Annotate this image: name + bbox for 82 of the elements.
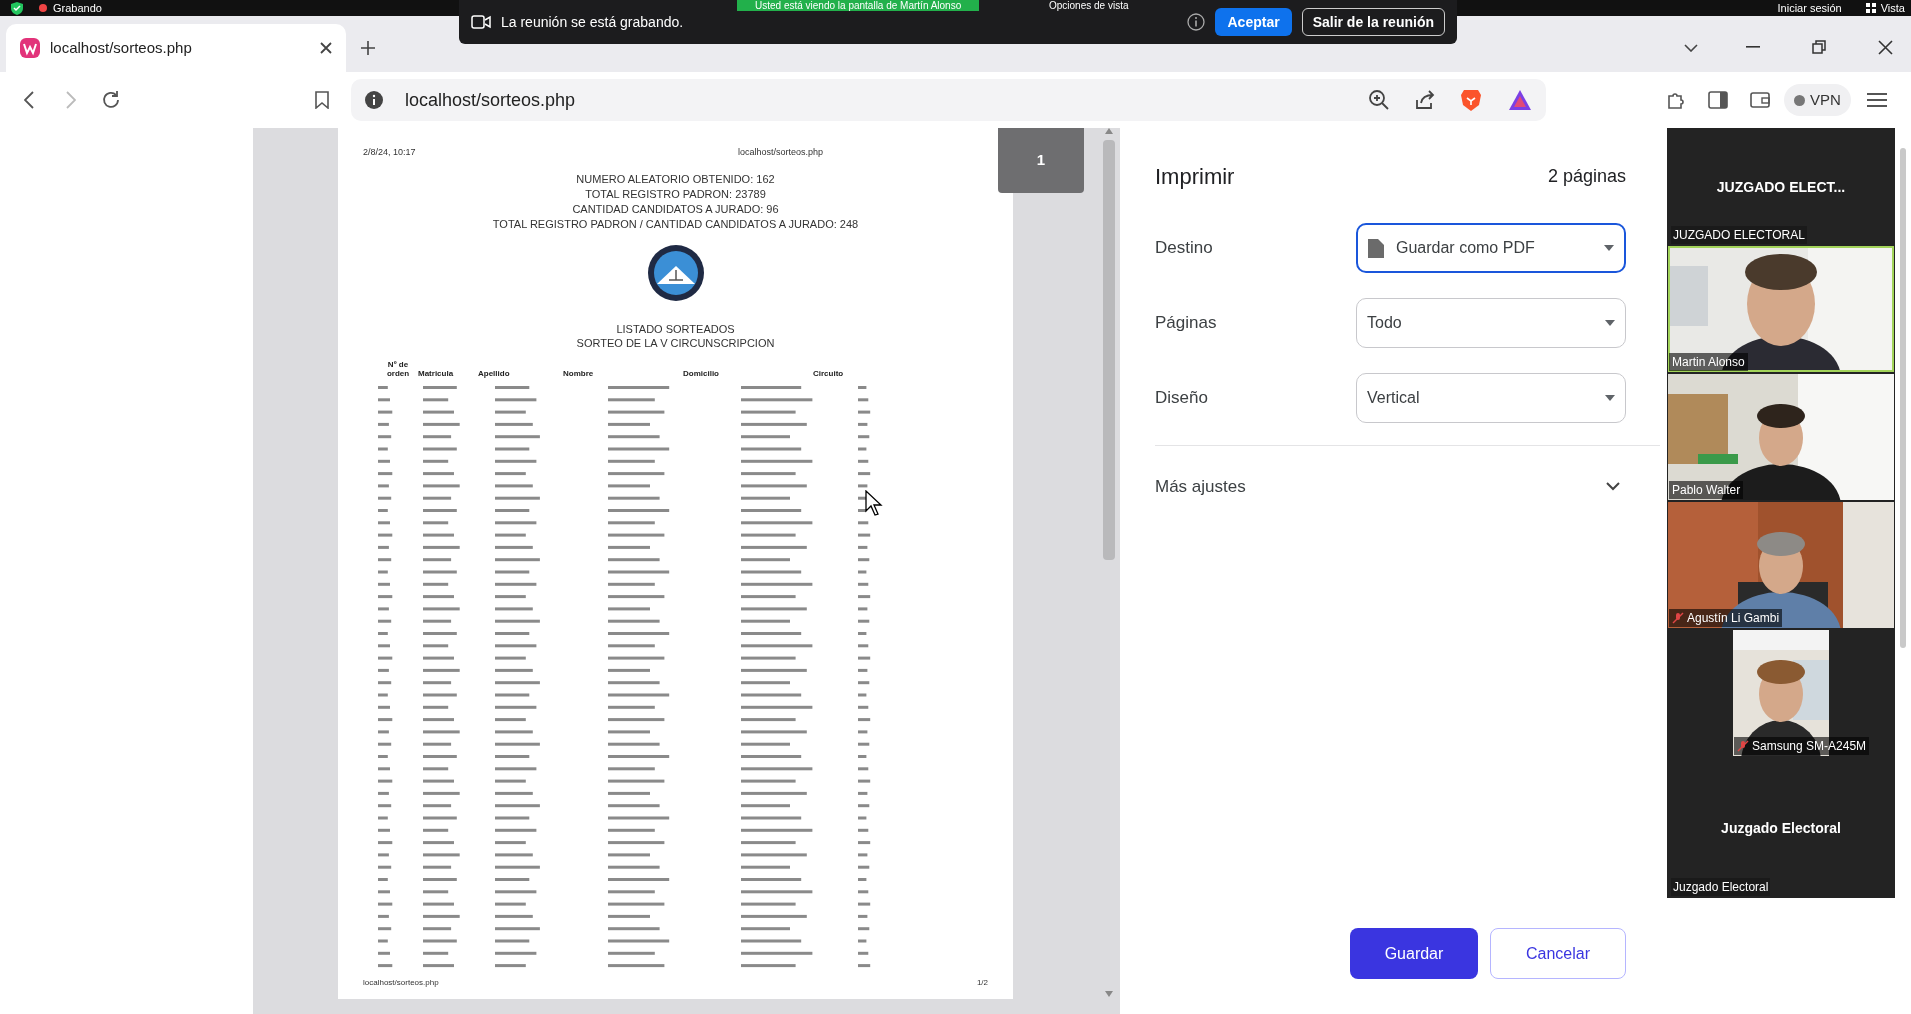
summary-line: NUMERO ALEATORIO OBTENIDO: 162 <box>576 171 775 187</box>
back-icon[interactable] <box>24 91 34 109</box>
setting-label: Diseño <box>1155 387 1208 410</box>
participant-name-label: Samsung SM-A245M <box>1752 738 1867 755</box>
setting-dropdown[interactable]: Guardar como PDF <box>1356 223 1626 273</box>
summary-line: TOTAL REGISTRO PADRON / CANTIDAD CANDIDATOS A JURADO: 248 <box>492 216 859 232</box>
save-button[interactable]: Guardar <box>1350 928 1478 979</box>
vpn-button[interactable]: VPN <box>1784 84 1851 116</box>
participant-name-label: Pablo Walter <box>1672 482 1741 499</box>
document-icon <box>1368 238 1384 258</box>
reload-icon[interactable] <box>101 90 121 110</box>
participant-title: JUZGADO ELECT... <box>1716 177 1846 197</box>
cursor-icon <box>865 490 883 516</box>
close-icon[interactable] <box>320 42 332 54</box>
site-favicon-icon <box>20 38 40 58</box>
bookmark-icon[interactable] <box>315 91 329 109</box>
more-settings-toggle[interactable]: Más ajustes <box>1155 474 1626 500</box>
dropdown-arrow-icon <box>1605 395 1615 401</box>
new-tab-icon[interactable] <box>360 40 376 56</box>
scroll-down-icon[interactable] <box>1105 991 1113 997</box>
sign-in-link[interactable]: Iniciar sesión <box>1777 0 1842 17</box>
view-options-link[interactable]: Opciones de vista <box>1049 0 1129 11</box>
address-bar[interactable]: localhost/sorteos.php <box>351 79 1546 121</box>
recording-message: La reunión se está grabando. <box>501 12 684 32</box>
participant-name-label: Juzgado Electoral <box>1671 878 1771 896</box>
column-header: Apellido <box>478 368 511 378</box>
print-header-url: localhost/sorteos.php <box>737 146 823 159</box>
chevron-down-icon <box>1606 482 1620 492</box>
sharing-banner: Usted está viendo la pantalla de Martín Alonso <box>737 0 980 11</box>
column-header: Nº de orden <box>385 359 411 378</box>
leave-meeting-button[interactable]: Salir de la reunión <box>1301 8 1445 36</box>
tab-title: localhost/sorteos.php <box>50 37 192 58</box>
summary-line: CANTIDAD CANDIDATOS A JURADO: 96 <box>572 201 779 217</box>
print-footer-url: localhost/sorteos.php <box>363 977 439 989</box>
recording-label: Grabando <box>53 0 102 16</box>
info-icon[interactable] <box>1187 13 1206 31</box>
print-date: 2/8/24, 10:17 <box>363 146 416 159</box>
tab-list-icon[interactable] <box>1684 44 1698 52</box>
triangle-icon[interactable] <box>1508 89 1532 111</box>
page-badge: 1 <box>998 128 1084 193</box>
grid-icon <box>1865 3 1876 13</box>
menu-icon[interactable] <box>1866 92 1887 108</box>
column-header: Nombre <box>563 368 595 378</box>
restore-icon[interactable] <box>1812 40 1826 54</box>
participant-name-label: JUZGADO ELECTORAL <box>1671 226 1807 244</box>
extensions-icon[interactable] <box>1666 90 1686 110</box>
column-header: Matricula <box>418 368 455 378</box>
setting-dropdown[interactable]: Todo <box>1356 298 1626 348</box>
accept-button[interactable]: Aceptar <box>1215 8 1292 36</box>
participant-name-label: Martin Alonso <box>1672 354 1745 371</box>
shield-icon <box>11 1 23 15</box>
close-window-icon[interactable] <box>1878 40 1893 55</box>
sidebar-icon[interactable] <box>1708 91 1728 109</box>
share-icon[interactable] <box>1414 90 1436 110</box>
page-number: 1/2 <box>976 977 988 989</box>
minimize-icon[interactable] <box>1746 46 1760 48</box>
setting-label: Páginas <box>1155 312 1217 335</box>
page-count: 2 páginas <box>1547 165 1626 188</box>
list-title: LISTADO SORTEADOS <box>616 321 735 336</box>
video-camera-icon <box>471 15 491 29</box>
column-header: Circuito <box>813 368 845 378</box>
scrollbar-thumb[interactable] <box>1103 140 1115 560</box>
list-subtitle: SORTEO DE LA V CIRCUNSCRIPCION <box>576 335 775 350</box>
participant-title: Juzgado Electoral <box>1721 818 1841 838</box>
summary-line: TOTAL REGISTRO PADRON: 23789 <box>585 186 766 202</box>
view-menu[interactable]: Vista <box>1880 0 1905 17</box>
setting-label: Destino <box>1155 237 1213 260</box>
url-text: localhost/sorteos.php <box>405 88 576 112</box>
dropdown-arrow-icon <box>1604 245 1614 251</box>
cancel-button[interactable]: Cancelar <box>1490 928 1626 979</box>
wallet-icon[interactable] <box>1750 91 1770 109</box>
page-scrollbar-thumb[interactable] <box>1900 148 1906 648</box>
panel-title: Imprimir <box>1155 163 1235 191</box>
column-header: Domicilio <box>683 368 720 378</box>
browser-tab[interactable]: localhost/sorteos.php <box>6 24 346 72</box>
emblem-icon <box>646 243 705 302</box>
setting-dropdown[interactable]: Vertical <box>1356 373 1626 423</box>
info-icon[interactable] <box>365 91 383 109</box>
dropdown-arrow-icon <box>1605 320 1615 326</box>
participant-name-label: Agustín Li Gambi <box>1687 610 1780 627</box>
lion-shield-icon[interactable] <box>1460 88 1482 112</box>
zoom-icon[interactable] <box>1368 89 1390 111</box>
